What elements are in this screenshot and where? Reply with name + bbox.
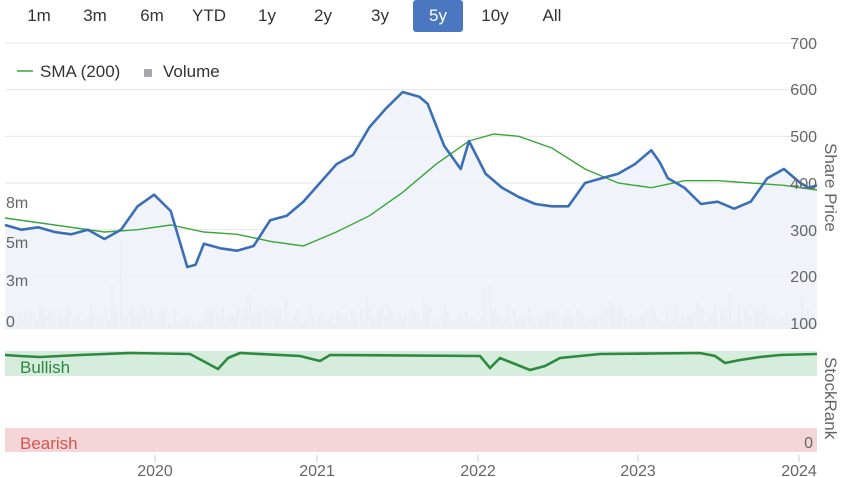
bearish-band — [5, 428, 817, 452]
rank-tick: 0 — [804, 435, 813, 452]
price-tick: 600 — [790, 82, 817, 99]
x-tick-label: 2024 — [781, 463, 817, 477]
x-tick-label: 2020 — [137, 463, 173, 477]
x-tick-label: 2023 — [620, 463, 656, 477]
x-tick-label: 2022 — [460, 463, 496, 477]
legend-sma-label[interactable]: SMA (200) — [40, 62, 120, 81]
legend-volume-label[interactable]: Volume — [163, 62, 220, 81]
price-tick: 300 — [790, 223, 817, 240]
price-chart: SMA (200) Volume 700 600 500 400 300 200… — [4, 36, 840, 477]
price-axis-title: Share Price — [821, 143, 840, 232]
volume-tick: 8m — [6, 195, 28, 212]
price-area — [5, 92, 817, 329]
price-tick: 200 — [790, 269, 817, 286]
price-tick: 500 — [790, 129, 817, 146]
rank-axis-title: StockRank — [821, 357, 840, 440]
bullish-label: Bullish — [20, 358, 70, 377]
price-tick: 100 — [790, 316, 817, 333]
price-area-fill — [5, 92, 817, 329]
x-tick-label: 2021 — [299, 463, 335, 477]
legend-volume-swatch — [144, 69, 152, 77]
price-tick: 700 — [790, 36, 817, 53]
volume-tick: 0 — [6, 314, 15, 331]
volume-tick: 3m — [6, 273, 28, 290]
price-tick: 400 — [790, 176, 817, 193]
volume-tick: 5m — [6, 235, 28, 252]
bearish-label: Bearish — [20, 434, 78, 453]
